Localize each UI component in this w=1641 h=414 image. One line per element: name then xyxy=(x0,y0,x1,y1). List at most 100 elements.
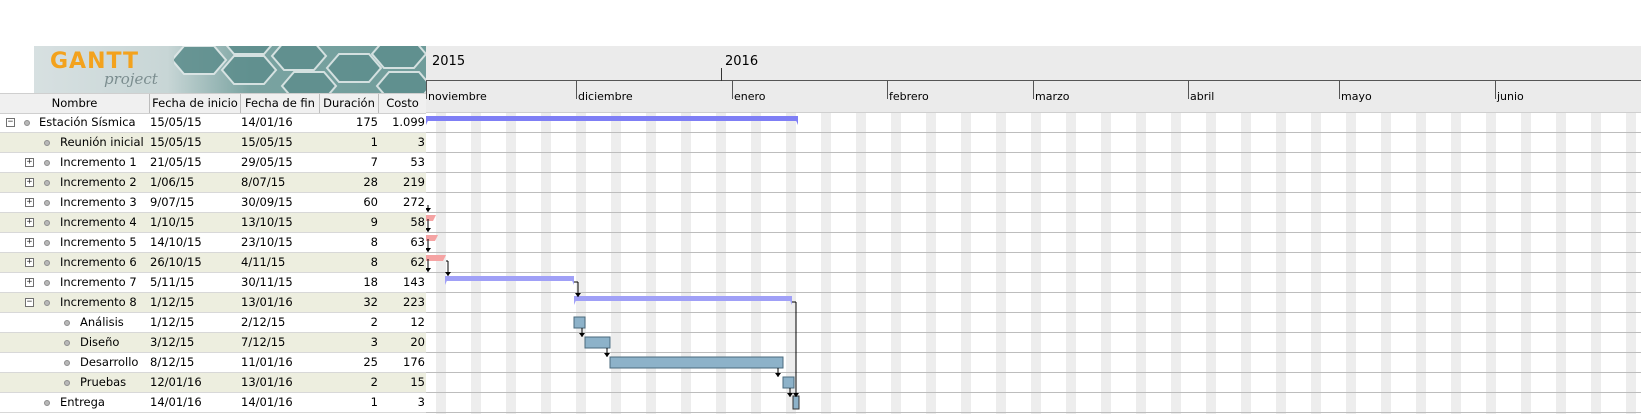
task-row[interactable]: + Incremento 4 1/10/15 13/10/15 9 58 xyxy=(0,213,426,233)
weekend-stripe xyxy=(1136,113,1146,414)
weekend-stripe xyxy=(1556,113,1566,414)
year-label: 2016 xyxy=(725,54,759,69)
task-name: Incremento 8 xyxy=(60,295,137,309)
weekend-stripe xyxy=(1171,113,1181,414)
column-header-end[interactable]: Fecha de fin xyxy=(241,94,320,113)
task-row[interactable]: + Incremento 5 14/10/15 23/10/15 8 63 xyxy=(0,233,426,253)
task-name: Pruebas xyxy=(80,375,127,389)
task-bullet-icon xyxy=(44,240,50,246)
weekend-stripe xyxy=(1031,113,1041,414)
task-name: Estación Sísmica xyxy=(39,115,136,129)
expand-icon[interactable]: + xyxy=(25,178,34,187)
weekend-stripe xyxy=(1591,113,1601,414)
column-header-start[interactable]: Fecha de inicio xyxy=(150,94,241,113)
month-label: noviembre xyxy=(428,90,487,103)
task-bar xyxy=(426,255,446,261)
collapse-icon[interactable]: − xyxy=(6,118,15,127)
collapse-icon[interactable]: − xyxy=(25,298,34,307)
ganttproject-logo: GANTT project xyxy=(34,46,426,93)
weekend-stripe xyxy=(541,113,551,414)
month-divider xyxy=(1339,81,1340,99)
task-start-date: 26/10/15 xyxy=(150,255,202,269)
task-row[interactable]: + Incremento 3 9/07/15 30/09/15 60 272 xyxy=(0,193,426,213)
task-name: Incremento 7 xyxy=(60,275,137,289)
column-header-name[interactable]: Nombre xyxy=(0,94,150,113)
expand-icon[interactable]: + xyxy=(25,278,34,287)
expand-icon[interactable]: + xyxy=(25,258,34,267)
month-label: diciembre xyxy=(578,90,633,103)
weekend-stripe xyxy=(471,113,481,414)
task-bullet-icon xyxy=(44,200,50,206)
task-duration: 32 xyxy=(363,295,378,309)
task-name: Incremento 5 xyxy=(60,235,137,249)
task-row[interactable]: Pruebas 12/01/16 13/01/16 2 15 xyxy=(0,373,426,393)
expand-icon[interactable]: + xyxy=(25,198,34,207)
task-end-date: 13/10/15 xyxy=(241,215,293,229)
task-bar xyxy=(573,316,586,329)
task-bar xyxy=(584,336,611,349)
task-cost: 63 xyxy=(410,235,425,249)
weekend-stripe xyxy=(1311,113,1321,414)
year-label: 2015 xyxy=(432,54,466,69)
summary-bar xyxy=(426,116,798,121)
task-duration: 28 xyxy=(363,175,378,189)
task-row[interactable]: Entrega 14/01/16 14/01/16 1 3 xyxy=(0,393,426,413)
weekend-stripe xyxy=(506,113,516,414)
expand-icon[interactable]: + xyxy=(25,158,34,167)
weekend-stripe xyxy=(856,113,866,414)
task-row[interactable]: Reunión inicial 15/05/15 15/05/15 1 3 xyxy=(0,133,426,153)
weekend-stripe xyxy=(1486,113,1496,414)
task-bullet-icon xyxy=(64,360,70,366)
column-header-duration[interactable]: Duración xyxy=(320,94,379,113)
task-row[interactable]: + Incremento 6 26/10/15 4/11/15 8 62 xyxy=(0,253,426,273)
task-duration: 175 xyxy=(356,115,378,129)
dependency-arrowhead xyxy=(775,373,781,377)
task-duration: 2 xyxy=(370,315,378,329)
task-row[interactable]: Análisis 1/12/15 2/12/15 2 12 xyxy=(0,313,426,333)
task-cost: 20 xyxy=(410,335,425,349)
task-row[interactable]: + Incremento 2 1/06/15 8/07/15 28 219 xyxy=(0,173,426,193)
task-end-date: 7/12/15 xyxy=(241,335,286,349)
weekend-stripe xyxy=(1626,113,1636,414)
task-name: Entrega xyxy=(60,395,105,409)
weekend-stripe xyxy=(1416,113,1426,414)
task-duration: 1 xyxy=(370,395,378,409)
task-row[interactable]: − Estación Sísmica 15/05/15 14/01/16 175 1.09… xyxy=(0,113,426,133)
month-divider xyxy=(1495,81,1496,99)
task-start-date: 1/12/15 xyxy=(150,315,195,329)
task-start-date: 3/12/15 xyxy=(150,335,195,349)
task-row[interactable]: − Incremento 8 1/12/15 13/01/16 32 223 xyxy=(0,293,426,313)
task-row[interactable]: + Incremento 1 21/05/15 29/05/15 7 53 xyxy=(0,153,426,173)
weekend-stripe xyxy=(996,113,1006,414)
task-duration: 8 xyxy=(370,235,378,249)
task-name: Diseño xyxy=(80,335,120,349)
task-bullet-icon xyxy=(44,180,50,186)
task-duration: 1 xyxy=(370,135,378,149)
milestone-marker xyxy=(792,395,800,410)
task-end-date: 4/11/15 xyxy=(241,255,286,269)
column-header-cost[interactable]: Costo xyxy=(379,94,426,113)
task-duration: 60 xyxy=(363,195,378,209)
gantt-chart-area[interactable] xyxy=(426,113,1641,414)
weekend-stripe xyxy=(751,113,761,414)
weekend-stripe xyxy=(1276,113,1286,414)
month-divider xyxy=(732,81,733,99)
task-bullet-icon xyxy=(64,320,70,326)
month-label: junio xyxy=(1497,90,1524,103)
task-cost: 53 xyxy=(410,155,425,169)
task-row[interactable]: Diseño 3/12/15 7/12/15 3 20 xyxy=(0,333,426,353)
gantt-project-window: GANTT project Nombre Fecha de inicio Fec… xyxy=(0,0,1641,414)
task-bullet-icon xyxy=(44,280,50,286)
expand-icon[interactable]: + xyxy=(25,238,34,247)
task-row[interactable]: + Incremento 7 5/11/15 30/11/15 18 143 xyxy=(0,273,426,293)
task-end-date: 8/07/15 xyxy=(241,175,286,189)
expand-icon[interactable]: + xyxy=(25,218,34,227)
task-row[interactable]: Desarrollo 8/12/15 11/01/16 25 176 xyxy=(0,353,426,373)
weekend-stripe xyxy=(1101,113,1111,414)
month-label: marzo xyxy=(1035,90,1070,103)
task-start-date: 12/01/16 xyxy=(150,375,202,389)
weekend-stripe xyxy=(611,113,621,414)
month-divider xyxy=(1188,81,1189,99)
task-end-date: 11/01/16 xyxy=(241,355,293,369)
task-cost: 176 xyxy=(403,355,425,369)
